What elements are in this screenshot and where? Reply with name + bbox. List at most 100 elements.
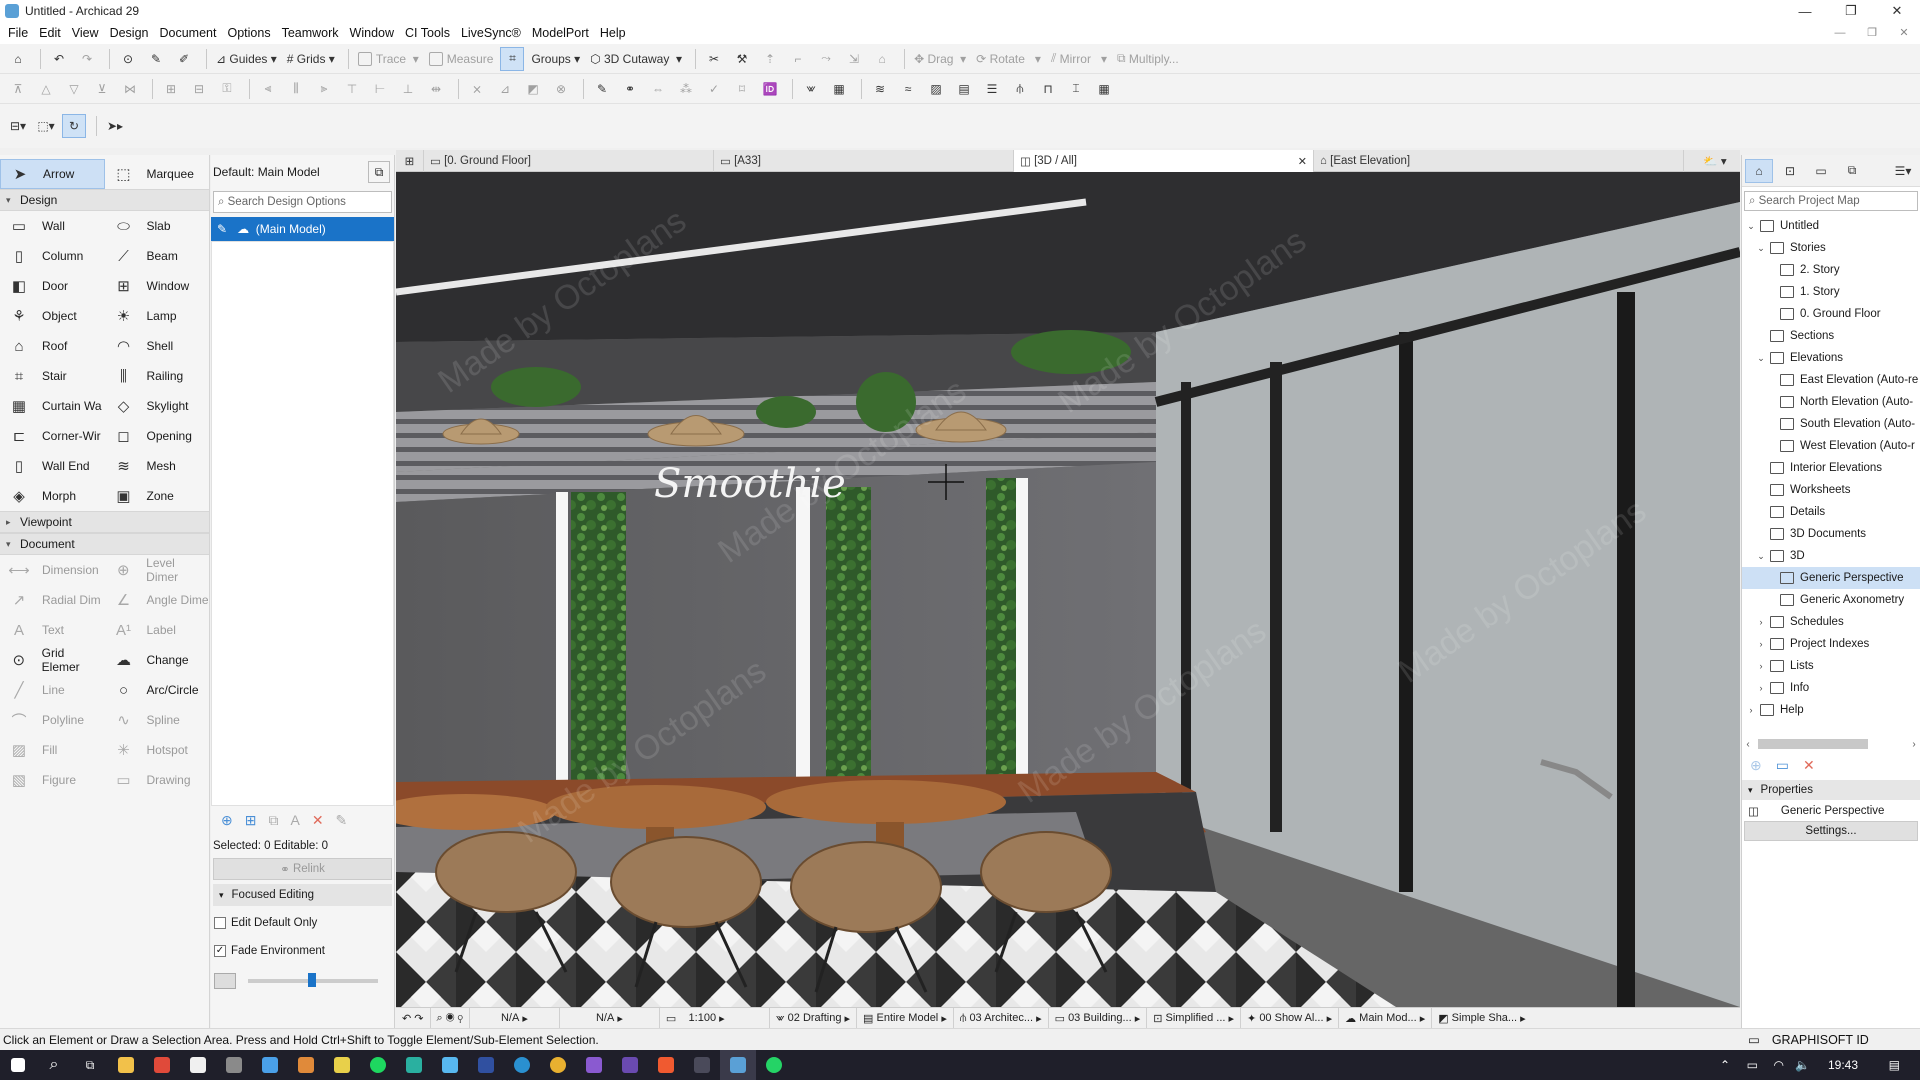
align-down-icon[interactable]: ▽: [62, 77, 86, 101]
navigator-menu-icon[interactable]: ☰▾: [1889, 159, 1917, 183]
delete-view-icon[interactable]: ✕: [1803, 757, 1815, 774]
file-explorer-icon[interactable]: [108, 1050, 144, 1080]
doc-close-icon[interactable]: ✕: [1888, 22, 1920, 44]
tree-item-info[interactable]: › Info: [1742, 677, 1920, 699]
tool-skylight[interactable]: ◇ Skylight: [105, 391, 210, 421]
tool-text[interactable]: A Text: [0, 615, 105, 645]
tool-arrow[interactable]: ➤ Arrow: [0, 159, 105, 189]
tree-item-untitled[interactable]: ⌄ Untitled: [1742, 215, 1920, 237]
tool-grid-elemer[interactable]: ⊙ Grid Elemer: [0, 645, 105, 675]
zoom-icon[interactable]: ⌕ ◉ ⚲: [431, 1007, 470, 1029]
tree-item-help[interactable]: › Help: [1742, 699, 1920, 721]
tree-item-details[interactable]: Details: [1742, 501, 1920, 523]
tool-lamp[interactable]: ☀ Lamp: [105, 301, 210, 331]
delete-icon[interactable]: ✕: [312, 812, 324, 829]
edit-text-icon[interactable]: ✎: [590, 77, 614, 101]
menu-teamwork[interactable]: Teamwork: [280, 26, 348, 40]
group-icon[interactable]: ⊞: [159, 77, 183, 101]
menu-window[interactable]: Window: [348, 26, 403, 40]
pen-set-value[interactable]: ⫛ 03 Architec... ▸: [954, 1007, 1049, 1029]
renovation-icon[interactable]: ⌶: [1064, 77, 1088, 101]
table-icon[interactable]: ▦: [1092, 77, 1116, 101]
tree-item-3d[interactable]: ⌄ 3D: [1742, 545, 1920, 567]
menu-help[interactable]: Help: [598, 26, 635, 40]
tool-corner-wir[interactable]: ⊏ Corner-Wir: [0, 421, 105, 451]
add-view-icon[interactable]: ⊕: [1750, 757, 1762, 774]
connect-icon[interactable]: ⊗: [549, 77, 573, 101]
menu-ci-tools[interactable]: CI Tools: [403, 26, 459, 40]
volume-icon[interactable]: 🔈: [1795, 1058, 1810, 1072]
tree-item-0-ground-floor[interactable]: 0. Ground Floor: [1742, 303, 1920, 325]
tree-item-schedules[interactable]: › Schedules: [1742, 611, 1920, 633]
model-view-value[interactable]: ▤ Entire Model ▸: [857, 1007, 954, 1029]
tree-item-generic-axonometry[interactable]: Generic Axonometry: [1742, 589, 1920, 611]
design-options-search[interactable]: ⌕ Search Design Options: [213, 191, 392, 213]
app-violet-icon[interactable]: [612, 1050, 648, 1080]
fade-environment-checkbox[interactable]: ✓: [214, 945, 226, 957]
tool-dimension[interactable]: ⟷ Dimension: [0, 555, 105, 585]
cutaway-button[interactable]: ⬡ 3D Cutaway ▾: [587, 47, 685, 71]
app-white-icon[interactable]: [180, 1050, 216, 1080]
tree-item-east-elevation-auto-re[interactable]: East Elevation (Auto-re: [1742, 369, 1920, 391]
layout-icon[interactable]: ▦: [827, 77, 851, 101]
tool-door[interactable]: ◧ Door: [0, 271, 105, 301]
tree-item-north-elevation-auto[interactable]: North Elevation (Auto-: [1742, 391, 1920, 413]
redo-icon[interactable]: ↷: [75, 47, 99, 71]
app-navy-icon[interactable]: [468, 1050, 504, 1080]
settings-button[interactable]: Settings...: [1744, 821, 1918, 841]
link-icon[interactable]: ⚭: [618, 77, 642, 101]
expand-arrow-icon[interactable]: ›: [1746, 705, 1756, 715]
tool-mesh[interactable]: ≋ Mesh: [105, 451, 210, 481]
graphisoft-id-link[interactable]: GRAPHISOFT ID: [1772, 1033, 1869, 1047]
settings-view-icon[interactable]: ▭: [1776, 757, 1789, 774]
trim-icon[interactable]: ⊿: [493, 77, 517, 101]
selection-options-icon[interactable]: ⬚▾: [34, 114, 58, 138]
tool-morph[interactable]: ◈ Morph: [0, 481, 105, 511]
measure-button[interactable]: Measure: [426, 47, 497, 71]
elevate-icon[interactable]: ⇡: [758, 47, 782, 71]
orbit-icon[interactable]: ↻: [62, 114, 86, 138]
shading-value[interactable]: ◩ Simple Sha... ▸: [1432, 1008, 1531, 1029]
split-icon[interactable]: ✂: [702, 47, 726, 71]
tab-a33[interactable]: ▭ [A33]: [714, 150, 1014, 172]
rename-icon[interactable]: A: [290, 812, 299, 828]
tab-east-elevation[interactable]: ⌂ [East Elevation]: [1314, 150, 1684, 172]
tool-railing[interactable]: ⫼ Railing: [105, 361, 210, 391]
align-top-icon[interactable]: ⊼: [6, 77, 30, 101]
fade-slider[interactable]: [248, 973, 378, 987]
multiply-button[interactable]: ⧉ Multiply...: [1114, 47, 1182, 71]
tree-item-interior-elevations[interactable]: Interior Elevations: [1742, 457, 1920, 479]
edit-default-only-checkbox[interactable]: [214, 917, 226, 929]
menu-file[interactable]: File: [6, 26, 37, 40]
undo-icon[interactable]: ↶: [47, 47, 71, 71]
design-options-list[interactable]: [211, 241, 394, 806]
menu-view[interactable]: View: [70, 26, 108, 40]
pick-up-icon[interactable]: ✎: [144, 47, 168, 71]
intersect-icon[interactable]: ⨯: [465, 77, 489, 101]
expand-arrow-icon[interactable]: ⌄: [1756, 243, 1766, 254]
mvo-value[interactable]: ▭ 03 Building... ▸: [1049, 1007, 1148, 1029]
tool-curtain-wa[interactable]: ▦ Curtain Wa: [0, 391, 105, 421]
design-section-header[interactable]: ▾ Design: [0, 189, 209, 211]
tool-column[interactable]: ▯ Column: [0, 241, 105, 271]
tool-zone[interactable]: ▣ Zone: [105, 481, 210, 511]
tool-wall[interactable]: ▭ Wall: [0, 211, 105, 241]
align-bottom-icon[interactable]: ⊻: [90, 77, 114, 101]
app-blue-icon[interactable]: [252, 1050, 288, 1080]
lock-icon[interactable]: ⚿: [215, 77, 239, 101]
grids-button[interactable]: # Grids ▾: [284, 47, 338, 71]
start-icon[interactable]: [0, 1050, 36, 1080]
view-map-icon[interactable]: ⊡: [1776, 159, 1804, 183]
find-select-icon[interactable]: ⊙: [116, 47, 140, 71]
tool-figure[interactable]: ▧ Figure: [0, 765, 105, 795]
minimize-button[interactable]: —: [1782, 0, 1828, 22]
tool-wall-end[interactable]: ▯ Wall End: [0, 451, 105, 481]
focused-editing-header[interactable]: ▾ Focused Editing: [213, 884, 392, 906]
tool-radial-dim[interactable]: ↗ Radial Dim: [0, 585, 105, 615]
design-option-value[interactable]: ☁ Main Mod... ▸: [1339, 1007, 1433, 1029]
align-top2-icon[interactable]: ⊤: [340, 77, 364, 101]
tree-item-south-elevation-auto[interactable]: South Elevation (Auto-: [1742, 413, 1920, 435]
expand-arrow-icon[interactable]: ›: [1756, 617, 1766, 627]
id-icon[interactable]: 🆔: [758, 77, 782, 101]
wifi-icon[interactable]: ◠: [1774, 1058, 1784, 1072]
